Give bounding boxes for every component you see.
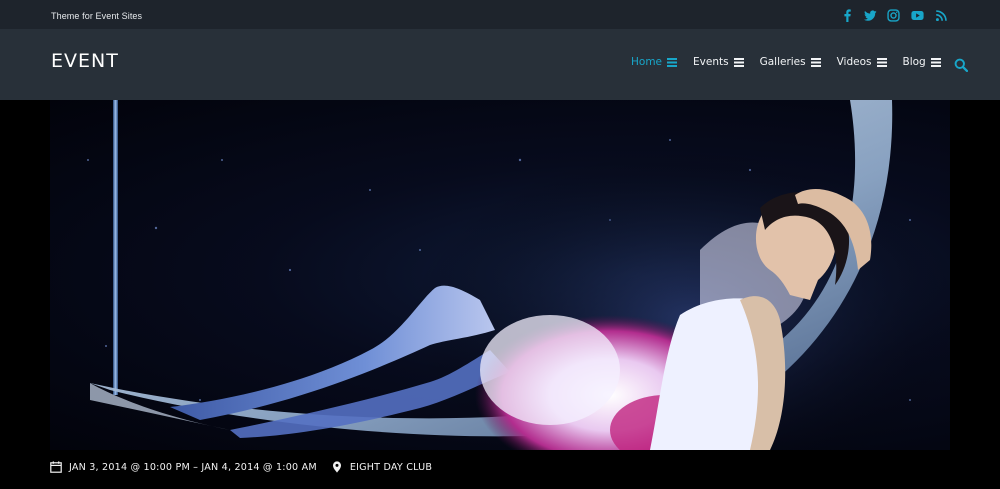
nav-item-galleries[interactable]: Galleries [760, 56, 821, 68]
hero-image [50, 100, 950, 450]
site-tagline: Theme for Event Sites [51, 11, 143, 21]
menu-icon [930, 57, 941, 67]
site-logo[interactable]: EVENT [51, 50, 119, 72]
menu-icon [667, 57, 678, 67]
twitter-icon[interactable] [864, 9, 877, 22]
map-pin-icon [332, 461, 341, 473]
calendar-icon [50, 461, 62, 473]
nav-item-label: Events [693, 56, 729, 68]
instagram-icon[interactable] [887, 9, 900, 22]
site-header: EVENT Home Events Galleries Videos Blog [0, 29, 1000, 100]
social-links [841, 9, 948, 22]
youtube-icon[interactable] [910, 9, 925, 22]
event-meta: JAN 3, 2014 @ 10:00 PM – JAN 4, 2014 @ 1… [50, 461, 432, 473]
nav-item-videos[interactable]: Videos [837, 56, 887, 68]
hero-illustration [87, 100, 950, 450]
search-icon[interactable] [954, 58, 968, 72]
top-bar: Theme for Event Sites [0, 0, 1000, 29]
nav-item-label: Videos [836, 56, 872, 68]
nav-item-label: Home [631, 56, 663, 68]
main-nav: Home Events Galleries Videos Blog [631, 56, 957, 68]
nav-item-home[interactable]: Home [631, 56, 678, 68]
menu-icon [810, 57, 821, 67]
nav-item-events[interactable]: Events [693, 56, 744, 68]
nav-item-label: Blog [902, 56, 926, 68]
nav-item-blog[interactable]: Blog [903, 56, 941, 68]
event-venue[interactable]: EIGHT DAY CLUB [350, 462, 432, 473]
menu-icon [733, 57, 744, 67]
menu-icon [876, 57, 887, 67]
event-date-range: JAN 3, 2014 @ 10:00 PM – JAN 4, 2014 @ 1… [69, 461, 317, 473]
rss-icon[interactable] [935, 9, 948, 22]
nav-item-label: Galleries [759, 56, 806, 68]
facebook-icon[interactable] [841, 9, 854, 22]
